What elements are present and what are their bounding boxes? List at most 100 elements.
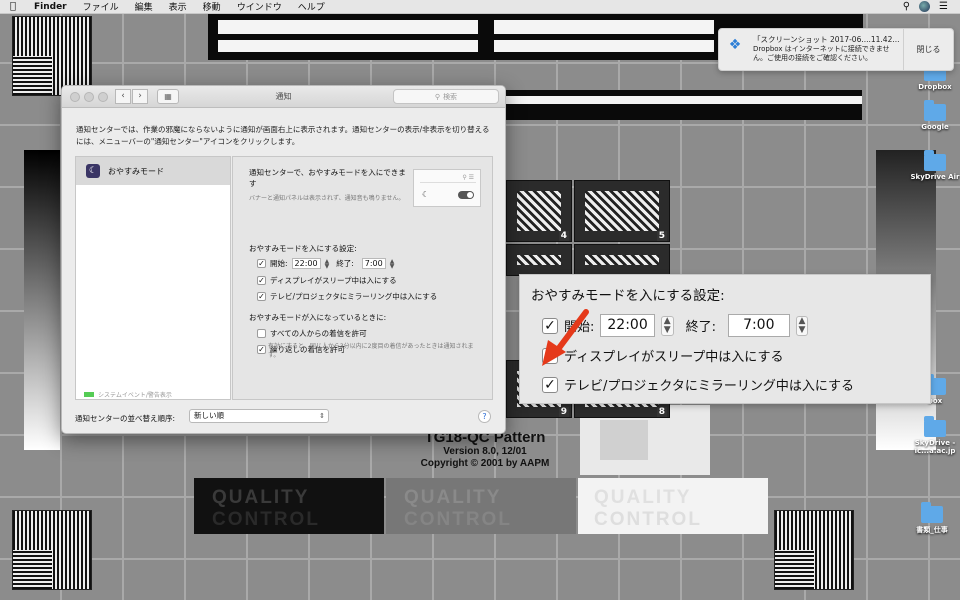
preview-search-icon: ⚲ ☰ (462, 174, 474, 181)
display-sleep-row: ✓ ディスプレイがスリープ中は入にする (257, 275, 397, 286)
end-time-stepper[interactable]: ▲ ▼ (390, 258, 395, 269)
wallpaper-block (600, 420, 648, 460)
desktop-icon-skydrive-air[interactable]: SkyDrive Air (905, 150, 960, 181)
allow-all-calls-row: すべての人からの着信を許可 (257, 328, 367, 339)
search-field[interactable]: ⚲ 検索 (393, 89, 499, 104)
schedule-label: おやすみモードを入にする設定: (249, 244, 357, 253)
sidebar-item-do-not-disturb[interactable]: ☾ おやすみモード (76, 157, 230, 185)
window-description: 通知センターでは、作業の邪魔にならないように通知が画面右上に表示されます。通知セ… (76, 125, 490, 146)
zoom-start-time-field[interactable]: 22:00 (600, 314, 655, 337)
select-chevron-icon: ⇕ (319, 412, 325, 420)
notification-body: Dropbox はインターネットに接続できません。ご使用の接続をご確認ください。 (753, 45, 890, 62)
sidebar-item-partial[interactable]: システムイベント/警告表示 (84, 390, 172, 399)
menu-edit[interactable]: 編集 (127, 0, 161, 13)
wallpaper-qc-cell (574, 244, 670, 276)
wallpaper-corner-pattern (12, 510, 92, 590)
start-time-field[interactable]: 22:00 (291, 258, 321, 269)
zoom-display-sleep-label: ディスプレイがスリープ中は入にする (564, 350, 784, 365)
dropbox-notification[interactable]: ❖ 「スクリーンショット 2017-06....11.42... Dropbox… (718, 28, 954, 71)
notification-text: 「スクリーンショット 2017-06....11.42... Dropbox は… (751, 29, 903, 70)
sidebar-item-label: おやすみモード (108, 166, 164, 176)
notifications-preferences-window: ‹ › ▦ 通知 ⚲ 検索 通知センターでは、作業の邪魔にならないように通知が画… (61, 85, 506, 434)
wallpaper-qc-cell (506, 244, 572, 276)
menu-go[interactable]: 移動 (195, 0, 229, 13)
mirroring-checkbox[interactable]: ✓ (257, 292, 266, 301)
wallpaper-gradient (24, 150, 60, 450)
allow-all-calls-checkbox[interactable] (257, 329, 266, 338)
show-all-grid-icon[interactable]: ▦ (157, 89, 179, 104)
wallpaper-band (494, 20, 714, 34)
wallpaper-band (218, 20, 478, 34)
close-window-button[interactable] (70, 92, 80, 102)
moon-icon: ☾ (86, 164, 100, 178)
display-sleep-checkbox[interactable]: ✓ (257, 276, 266, 285)
menu-file[interactable]: ファイル (75, 0, 127, 13)
zoom-end-time-field[interactable]: 7:00 (728, 314, 790, 337)
menu-view[interactable]: 表示 (161, 0, 195, 13)
wallpaper-quality-text: QUALITY (404, 487, 502, 508)
schedule-checkbox[interactable]: ✓ (257, 259, 266, 268)
siri-icon[interactable] (919, 1, 931, 12)
zoom-mirroring-label: テレビ/プロジェクタにミラーリング中は入にする (564, 379, 854, 394)
do-not-disturb-pane: 通知センターで、おやすみモードを入にできます バナーと通知パネルは表示されず、通… (232, 156, 493, 400)
sort-order-select[interactable]: 新しい順 ⇕ (189, 409, 329, 423)
repeat-calls-hint: 有効にすると、同じ人から3分以内に2度目の着信があったときは通知されます。 (268, 343, 474, 359)
sort-order-label: 通知センターの並べ替え順序: (75, 414, 176, 423)
start-label: 開始: (270, 259, 288, 268)
notification-app-list: ☾ おやすみモード システムイベント/警告表示 (75, 156, 231, 400)
desktop-icon-skydrive[interactable]: SkyDrive - ic...a.ac.jp (905, 416, 960, 455)
allow-all-calls-label: すべての人からの着信を許可 (270, 329, 367, 338)
preview-divider (420, 182, 476, 183)
wallpaper-band (506, 90, 862, 120)
wallpaper-control-text: CONTROL (212, 509, 320, 530)
help-button[interactable]: ? (478, 410, 491, 423)
forward-button[interactable]: › (132, 89, 148, 104)
desktop-icon-label: Dropbox (918, 83, 952, 91)
sort-order-value: 新しい順 (194, 411, 224, 420)
back-button[interactable]: ‹ (115, 89, 131, 104)
window-titlebar: ‹ › ▦ 通知 ⚲ 検索 (62, 86, 505, 108)
mirroring-row: ✓ テレビ/プロジェクタにミラーリング中は入にする (257, 291, 437, 302)
notification-close-button[interactable]: 閉じる (903, 29, 953, 70)
zoom-end-label: 終了: (685, 320, 717, 335)
menu-help[interactable]: ヘルプ (290, 0, 333, 13)
end-label: 終了: (336, 259, 354, 268)
apple-menu-icon[interactable]:  (0, 1, 26, 12)
preview-moon-icon: ☾ (422, 190, 430, 199)
zoom-heading: おやすみモードを入にする設定: (531, 288, 725, 304)
when-on-label: おやすみモードが入になっているときに: (249, 313, 387, 322)
wallpaper-quality-text: QUALITY (212, 487, 310, 508)
spotlight-icon[interactable]: ⚲ (903, 1, 910, 12)
folder-icon (924, 100, 946, 121)
wallpaper-qc-cell: 4 (506, 180, 572, 242)
menu-app-finder[interactable]: Finder (26, 2, 75, 12)
allow-repeat-calls-checkbox[interactable]: ✓ (257, 345, 266, 354)
end-time-field[interactable]: 7:00 (361, 258, 386, 269)
zoom-start-stepper[interactable]: ▲ ▼ (660, 315, 674, 336)
folder-icon (924, 416, 946, 437)
desktop-icon-label: SkyDrive - ic...a.ac.jp (914, 439, 956, 455)
zoom-mirroring-checkbox[interactable]: ✓ (542, 376, 558, 393)
wallpaper-qc-version: Version 8.0, 12/01 (443, 446, 527, 457)
display-sleep-label: ディスプレイがスリープ中は入にする (270, 276, 397, 285)
wallpaper-control-text: CONTROL (594, 509, 702, 530)
pane-subheading: バナーと通知パネルは表示されず、通知音も鳴りません。 (249, 195, 405, 202)
desktop-icon-documents[interactable]: 書類_仕事 (902, 502, 960, 535)
preview-toggle (458, 191, 474, 199)
start-time-stepper[interactable]: ▲ ▼ (325, 258, 330, 269)
schedule-time-row: ✓ 開始: 22:00 ▲ ▼ 終了: 7:00 ▲ ▼ (257, 258, 394, 269)
notification-center-icon[interactable]: ☰ (939, 1, 948, 12)
search-icon: ⚲ (434, 92, 441, 101)
notification-title: 「スクリーンショット 2017-06....11.42... (753, 35, 900, 44)
wallpaper-qc-cell: 5 (574, 180, 670, 242)
desktop-icon-google[interactable]: Google (905, 100, 960, 131)
zoom-mirroring-row: ✓ テレビ/プロジェクタにミラーリング中は入にする (542, 375, 854, 394)
minimize-window-button[interactable] (84, 92, 94, 102)
folder-icon (924, 150, 946, 171)
wallpaper-control-text: CONTROL (404, 509, 512, 530)
zoom-end-stepper[interactable]: ▲ ▼ (795, 315, 809, 336)
menu-window[interactable]: ウインドウ (229, 0, 290, 13)
dropbox-icon: ❖ (728, 37, 742, 53)
search-placeholder: 検索 (443, 92, 458, 101)
zoom-window-button[interactable] (98, 92, 108, 102)
